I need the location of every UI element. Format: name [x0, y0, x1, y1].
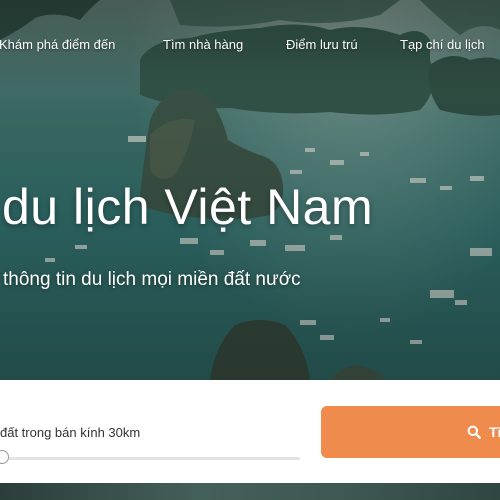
search-button[interactable]: Tì: [321, 406, 500, 458]
nav-explore-destinations[interactable]: Khám phá điểm đến: [0, 37, 115, 52]
hero-title: du lịch Việt Nam: [2, 179, 374, 235]
slider-thumb[interactable]: [0, 450, 9, 464]
slider-track: [0, 457, 300, 460]
radius-slider[interactable]: [0, 450, 300, 466]
nav-find-restaurants[interactable]: Tìm nhà hàng: [163, 37, 243, 52]
search-button-label: Tì: [489, 424, 500, 440]
search-icon: [467, 425, 481, 439]
top-navigation: Khám phá điểm đến Tìm nhà hàng Điểm lưu …: [0, 37, 500, 57]
nav-travel-magazine[interactable]: Tạp chí du lịch: [400, 37, 485, 52]
nav-accommodation[interactable]: Điểm lưu trú: [286, 37, 358, 52]
bottom-background-strip: [0, 483, 500, 500]
radius-label: đất trong bán kính 30km: [0, 425, 141, 440]
hero-subtitle: thông tin du lịch mọi miền đất nước: [3, 269, 301, 290]
search-panel: đất trong bán kính 30km Tì: [0, 380, 500, 483]
